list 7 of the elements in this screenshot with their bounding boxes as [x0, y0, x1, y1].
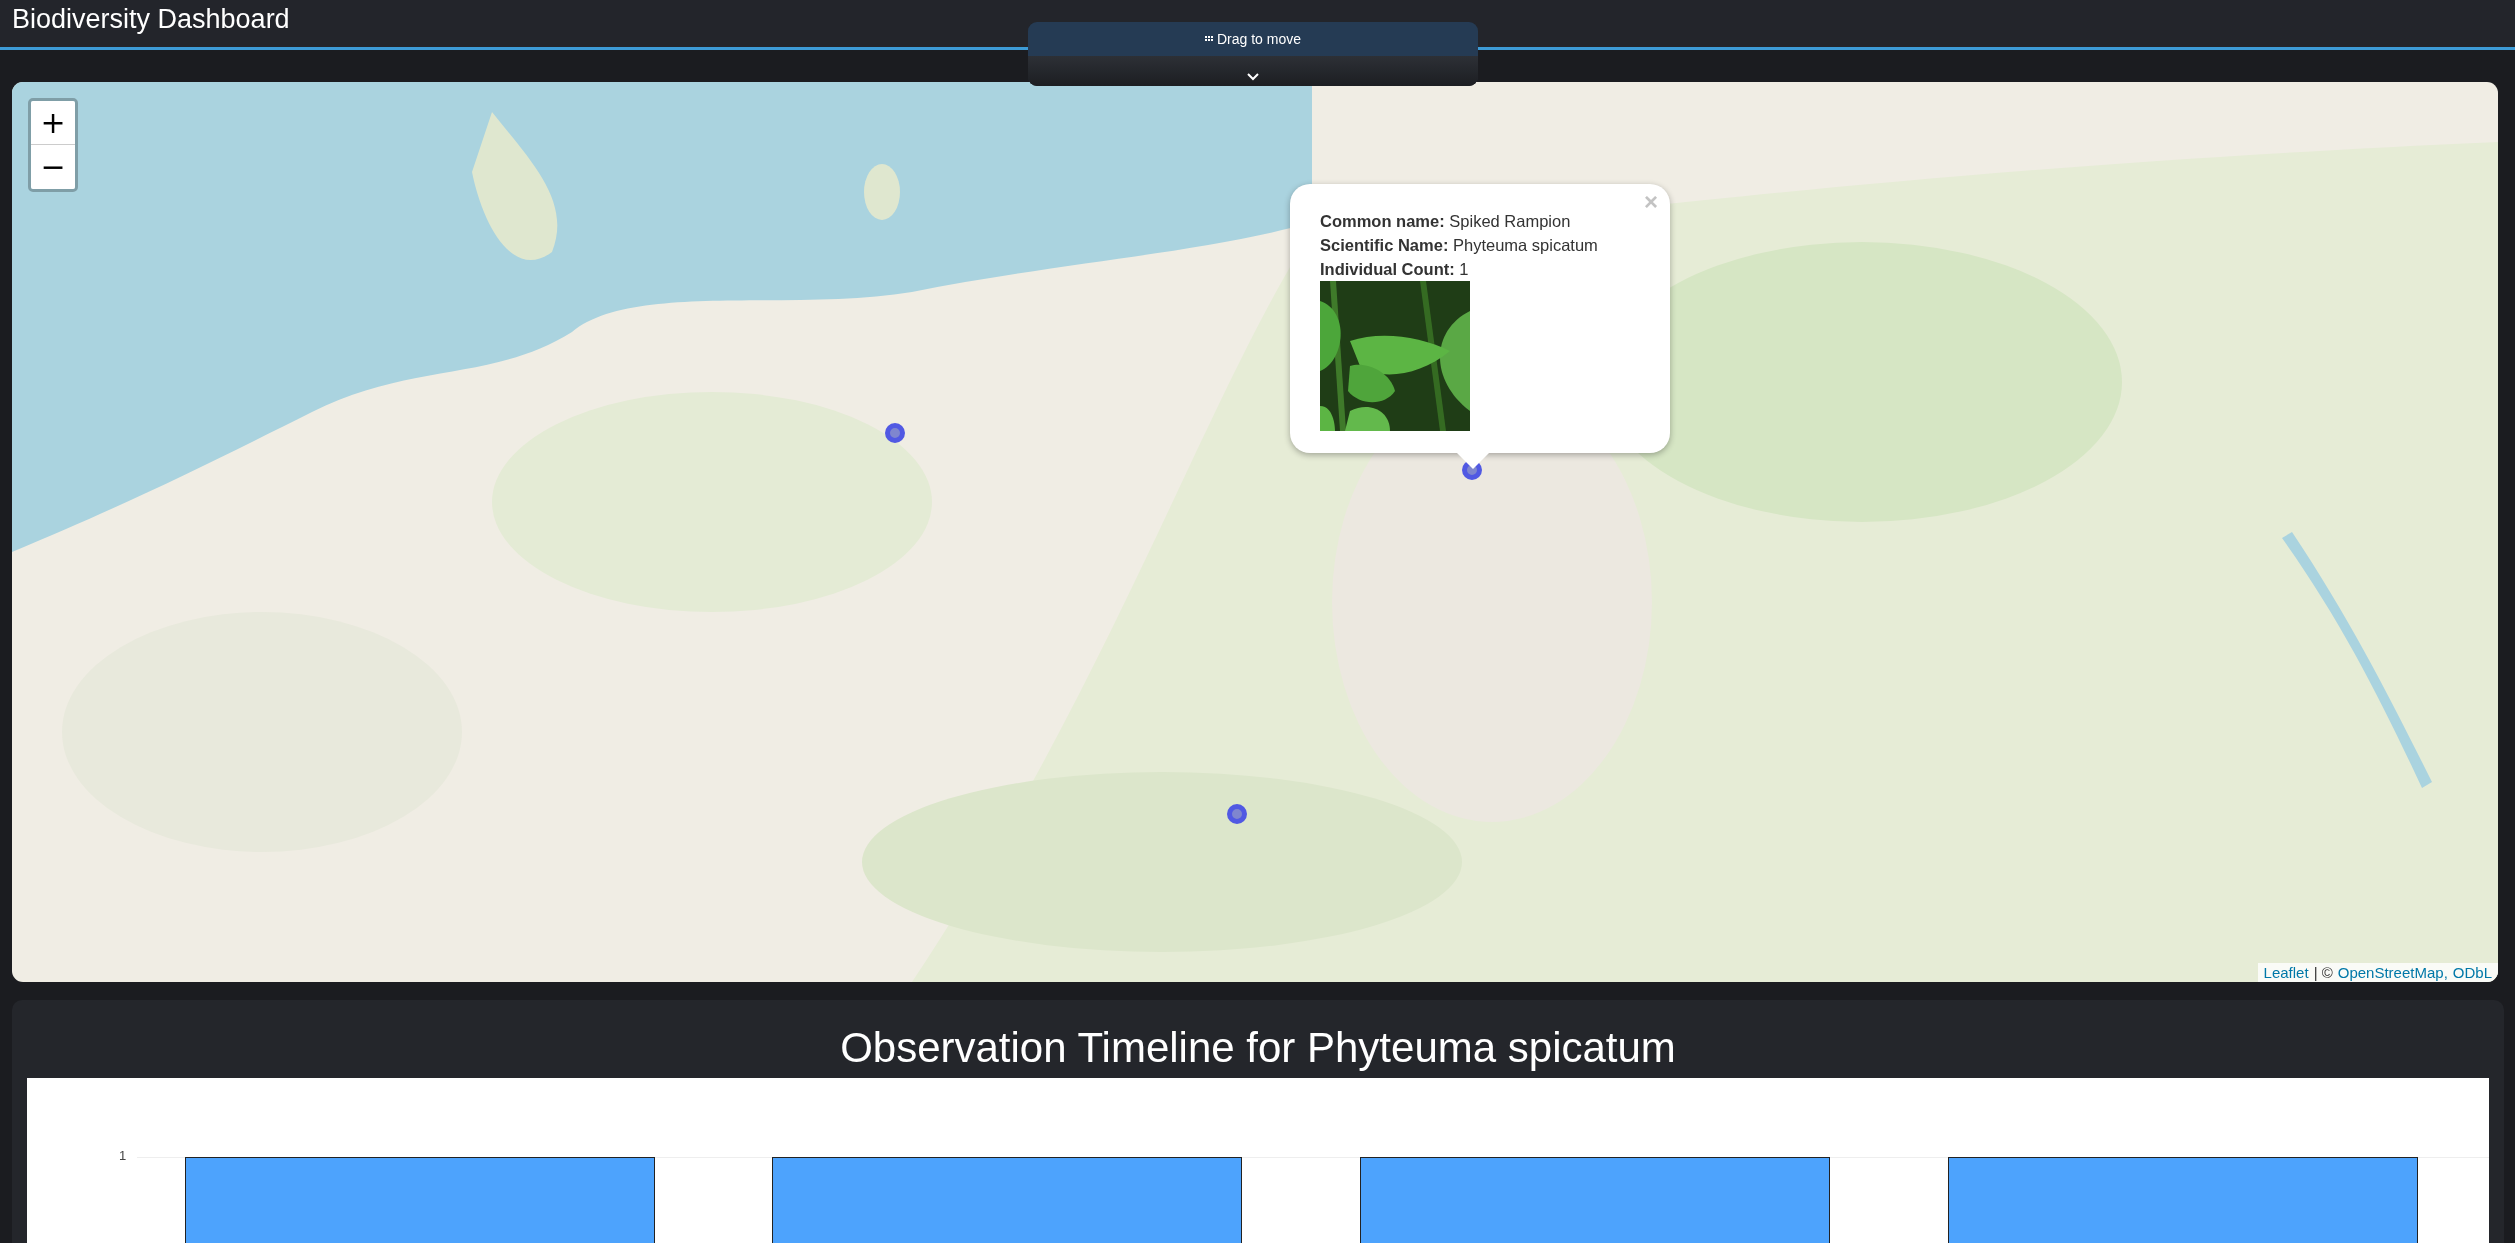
drag-handle[interactable]: Drag to move	[1028, 22, 1478, 86]
dashboard-title: Biodiversity Dashboard	[12, 4, 290, 35]
chart-title: Observation Timeline for Phyteuma spicatum	[840, 1024, 1676, 1073]
drag-label: Drag to move	[1216, 31, 1301, 47]
chevron-icon[interactable]	[1247, 73, 1259, 81]
axis-tick-label: 1	[119, 1148, 127, 1163]
grip-icon	[1204, 36, 1214, 42]
